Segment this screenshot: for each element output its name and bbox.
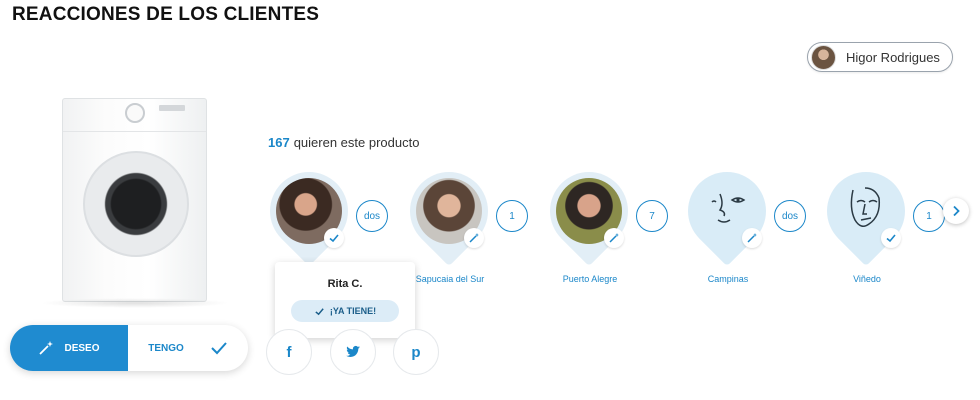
tengo-label: TENGO bbox=[148, 342, 184, 354]
reaction-bubble bbox=[393, 155, 505, 267]
page-title: REACCIONES DE LOS CLIENTES bbox=[12, 4, 320, 25]
deseo-label: DESEO bbox=[64, 342, 100, 354]
pinterest-share-button[interactable]: p bbox=[393, 329, 439, 375]
dryer-panel bbox=[63, 99, 206, 132]
user-name: Higor Rodrigues bbox=[846, 49, 940, 65]
reaction-city: Puerto Alegre bbox=[562, 274, 618, 284]
magic-wand-icon bbox=[604, 228, 624, 248]
chevron-right-icon bbox=[953, 205, 960, 217]
deseo-button[interactable]: DESEO bbox=[10, 325, 128, 371]
check-icon bbox=[315, 307, 324, 315]
status-badge: ¡YA TIENE! bbox=[291, 300, 399, 322]
tooltip-name: Rita C. bbox=[327, 278, 363, 290]
reaction-bubble bbox=[533, 155, 645, 267]
reaction-count[interactable]: dos bbox=[356, 200, 388, 232]
facebook-icon: f bbox=[286, 343, 292, 361]
product-shadow bbox=[40, 298, 230, 308]
reaction-actions: DESEO TENGO bbox=[10, 325, 248, 371]
user-chip[interactable]: Higor Rodrigues bbox=[807, 42, 953, 72]
reaction-city: Viñedo bbox=[853, 274, 881, 284]
twitter-bird-icon bbox=[346, 345, 360, 358]
reaction-count[interactable]: 7 bbox=[636, 200, 668, 232]
tengo-button[interactable]: TENGO bbox=[128, 325, 248, 371]
reaction-item[interactable]: 1 Viñedo bbox=[810, 155, 957, 290]
reaction-count[interactable]: 1 bbox=[496, 200, 528, 232]
reaction-city: Sapucaia del Sur bbox=[415, 274, 485, 284]
pinterest-icon: p bbox=[411, 343, 421, 361]
reaction-bubble bbox=[253, 155, 365, 267]
want-count: 167 bbox=[268, 135, 290, 150]
reaction-item[interactable]: 1 Sapucaia del Sur bbox=[393, 155, 540, 290]
status-badge-label: ¡YA TIENE! bbox=[329, 306, 377, 316]
reaction-city: Campinas bbox=[707, 274, 749, 284]
magic-wand-icon bbox=[742, 228, 762, 248]
facebook-share-button[interactable]: f bbox=[266, 329, 312, 375]
dryer-display bbox=[159, 105, 185, 111]
carousel-next-button[interactable] bbox=[943, 198, 969, 224]
reaction-item[interactable]: 7 Puerto Alegre bbox=[533, 155, 680, 290]
reaction-count[interactable]: dos bbox=[774, 200, 806, 232]
check-icon bbox=[324, 228, 344, 248]
face-outline-icon bbox=[850, 187, 881, 227]
dryer-door bbox=[83, 151, 189, 257]
check-icon bbox=[211, 342, 227, 355]
want-text: quieren este producto bbox=[293, 135, 420, 150]
avatar bbox=[811, 44, 836, 70]
magic-wand-icon bbox=[464, 228, 484, 248]
reaction-count[interactable]: 1 bbox=[913, 200, 945, 232]
reaction-item[interactable]: dos Campinas bbox=[671, 155, 818, 290]
want-summary: 167 quieren este producto bbox=[268, 135, 419, 150]
dryer-knob bbox=[125, 103, 145, 123]
magic-wand-icon bbox=[39, 341, 54, 355]
twitter-share-button[interactable] bbox=[330, 329, 376, 375]
face-sketch-icon bbox=[711, 193, 746, 223]
check-icon bbox=[881, 228, 901, 248]
reaction-tooltip: Rita C. ¡YA TIENE! bbox=[275, 262, 415, 338]
product-image bbox=[62, 98, 207, 302]
